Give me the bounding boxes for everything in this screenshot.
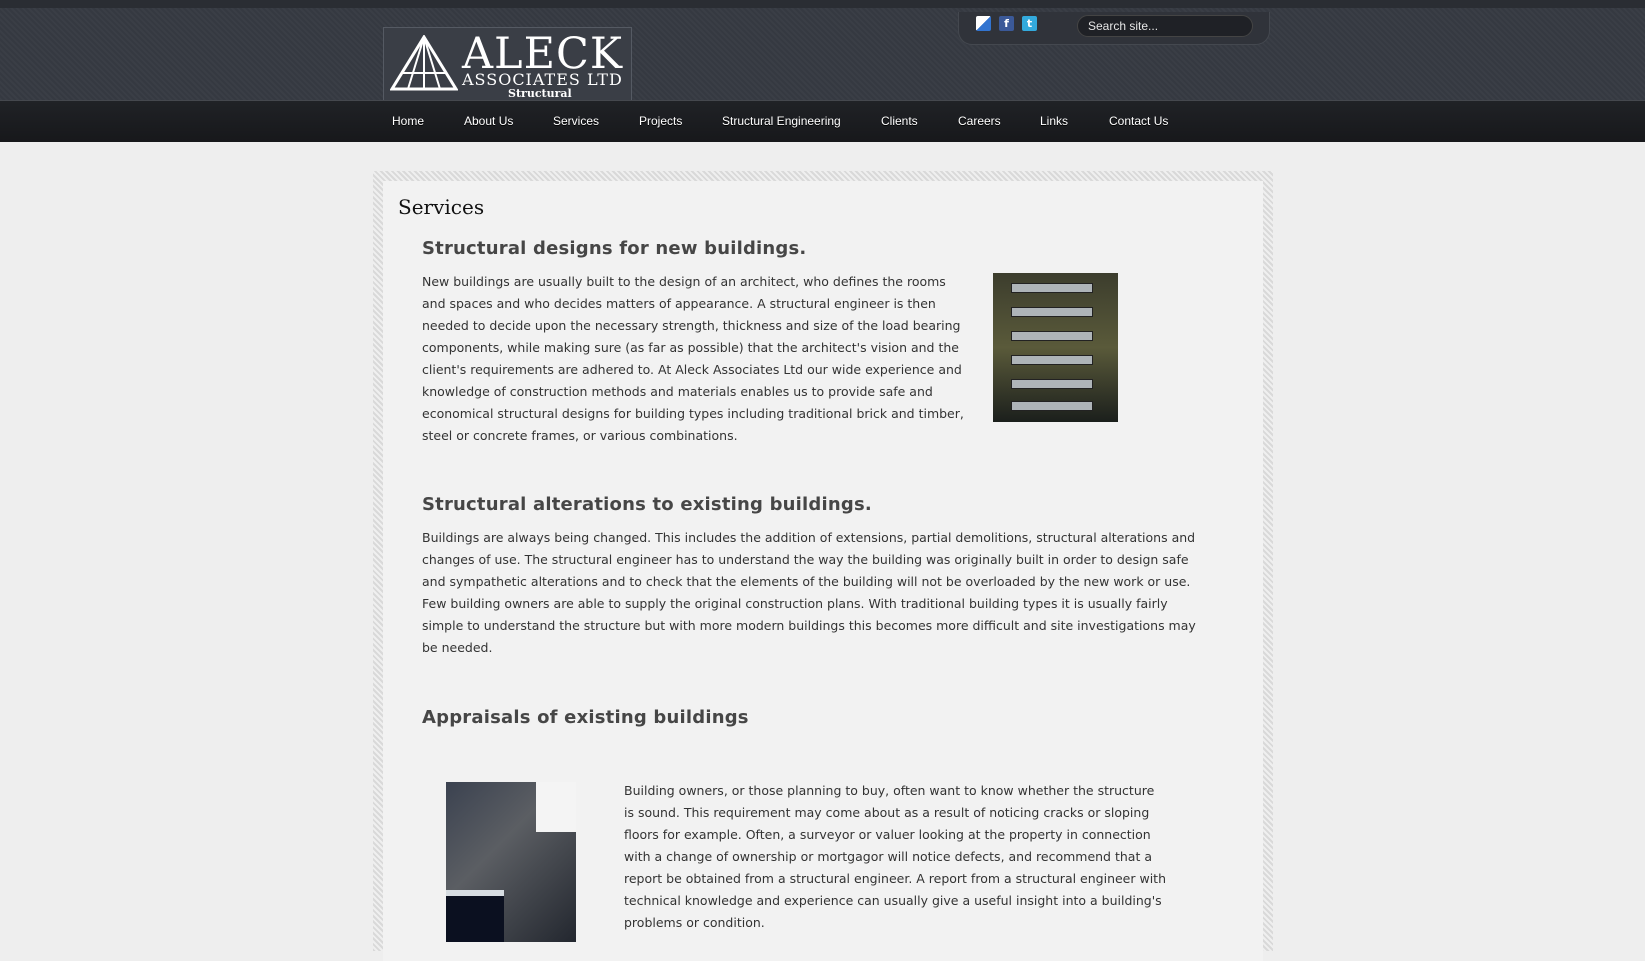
building-photo-balconies	[993, 273, 1118, 422]
text-line: with a change of ownership or mortgagor …	[624, 849, 1152, 864]
text-line: technical knowledge and experience can u…	[624, 893, 1162, 908]
section-text-alterations: Buildings are always being changed. This…	[422, 527, 1196, 659]
main-navigation: Home About Us Services Projects Structur…	[0, 100, 1645, 142]
site-header: ALECK ASSOCIATES LTD Structural Engineer…	[0, 0, 1645, 113]
text-line: and spaces and who decides matters of ap…	[422, 296, 936, 311]
nav-item-links[interactable]: Links	[1040, 114, 1068, 128]
section-text-new-buildings: New buildings are usually built to the d…	[422, 271, 964, 447]
text-line: problems or condition.	[624, 915, 765, 930]
nav-item-about-us[interactable]: About Us	[464, 114, 513, 128]
text-line: economical structural designs for buildi…	[422, 406, 964, 421]
text-line: changes of use. The structural engineer …	[422, 552, 1189, 567]
building-photo-doorway	[446, 782, 576, 942]
content-panel: Services Structural designs for new buil…	[383, 181, 1263, 961]
text-line: knowledge of construction methods and ma…	[422, 384, 933, 399]
nav-item-services[interactable]: Services	[553, 114, 599, 128]
section-heading-appraisals: Appraisals of existing buildings	[422, 707, 749, 728]
text-line: Few building owners are able to supply t…	[422, 596, 1168, 611]
text-line: Building owners, or those planning to bu…	[624, 783, 1155, 798]
text-line: components, while making sure (as far as…	[422, 340, 959, 355]
nav-item-projects[interactable]: Projects	[639, 114, 682, 128]
nav-item-clients[interactable]: Clients	[881, 114, 918, 128]
text-line: floors for example. Often, a surveyor or…	[624, 827, 1151, 842]
text-line: needed to decide upon the necessary stre…	[422, 318, 961, 333]
text-line: steel or concrete frames, or various com…	[422, 428, 738, 443]
triangle-logo-icon	[390, 35, 458, 91]
top-utility-bar: f t	[958, 12, 1270, 45]
nav-item-structural-engineering[interactable]: Structural Engineering	[722, 114, 841, 128]
company-logo[interactable]: ALECK ASSOCIATES LTD Structural Engineer…	[383, 27, 632, 113]
search-input[interactable]	[1077, 15, 1253, 37]
text-line: client's requirements are adhered to. At…	[422, 362, 962, 377]
text-line: report be obtained from a structural eng…	[624, 871, 1167, 886]
text-line: is sound. This requirement may come abou…	[624, 805, 1150, 820]
section-heading-alterations: Structural alterations to existing build…	[422, 494, 872, 515]
twitter-icon[interactable]: t	[1022, 16, 1037, 31]
facebook-icon[interactable]: f	[999, 16, 1014, 31]
page-title: Services	[398, 195, 485, 219]
text-line: simple to understand the structure but w…	[422, 618, 1196, 633]
text-line: New buildings are usually built to the d…	[422, 274, 946, 289]
text-line: be needed.	[422, 640, 493, 655]
text-line: Buildings are always being changed. This…	[422, 530, 1196, 545]
section-text-appraisals: Building owners, or those planning to bu…	[624, 780, 1166, 934]
text-line: and sympathetic alterations and to check…	[422, 574, 1191, 589]
nav-item-careers[interactable]: Careers	[958, 114, 1001, 128]
nav-item-contact-us[interactable]: Contact Us	[1109, 114, 1168, 128]
delicious-icon[interactable]	[976, 16, 991, 31]
section-heading-new-buildings: Structural designs for new buildings.	[422, 238, 807, 259]
nav-item-home[interactable]: Home	[392, 114, 424, 128]
